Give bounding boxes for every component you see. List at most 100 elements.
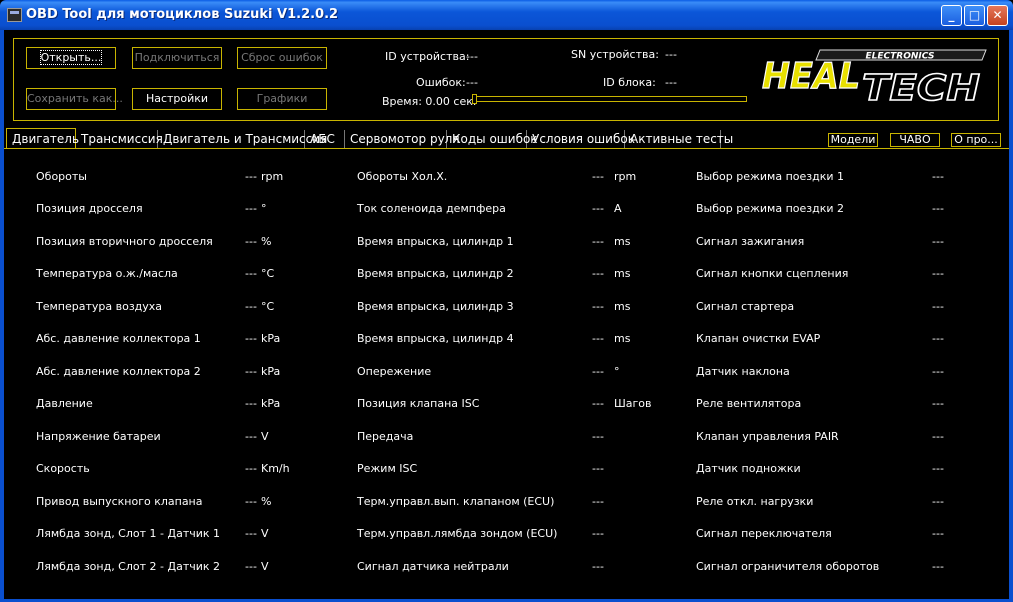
param-unit: kPa [261, 365, 281, 378]
param-value: --- [932, 300, 944, 313]
reset-errors-button[interactable]: Сброс ошибок [237, 47, 327, 69]
param-label: Напряжение батареи [36, 430, 161, 443]
param-label: Реле откл. нагрузки [696, 495, 814, 508]
param-value: --- [932, 495, 944, 508]
param-unit: ° [614, 365, 620, 378]
device-sn-label: SN устройства: [571, 48, 659, 61]
app-icon[interactable] [7, 8, 22, 22]
tab-abs[interactable]: АБС [305, 130, 345, 148]
param-label: Скорость [36, 462, 90, 475]
healtech-logo: ELECTRONICS HEAL TECH [761, 49, 987, 104]
param-unit: V [261, 560, 269, 573]
minimize-button[interactable]: _ [941, 5, 962, 26]
param-label: Сигнал зажигания [696, 235, 805, 248]
param-value: --- [592, 332, 604, 345]
time-label: Время: 0.00 сек. [382, 95, 477, 108]
tab-engine[interactable]: Двигатель [6, 128, 79, 149]
param-label: Терм.управл.лямбда зондом (ECU) [357, 527, 558, 540]
svg-text:HEAL: HEAL [762, 56, 860, 97]
param-value: --- [932, 527, 944, 540]
param-value: --- [932, 560, 944, 573]
param-label: Реле вентилятора [696, 397, 802, 410]
svg-text:TECH: TECH [862, 68, 980, 104]
param-value: --- [245, 235, 257, 248]
tab-error-codes[interactable]: Коды ошибок [447, 130, 538, 148]
open-button[interactable]: Открыть... [26, 47, 116, 69]
tab-transmission[interactable]: Трансмиссия [76, 130, 163, 148]
param-label: Выбор режима поездки 1 [696, 170, 845, 183]
device-sn-value: --- [665, 48, 677, 61]
param-label: Сигнал переключателя [696, 527, 832, 540]
param-unit: Шагов [614, 397, 652, 410]
param-unit: Km/h [261, 462, 290, 475]
engine-tab-content: Обороты --- rpm Позиция дросселя --- ° Позиция… [4, 149, 1009, 599]
param-label: Абс. давление коллектора 1 [36, 332, 201, 345]
param-unit: ° [261, 202, 267, 215]
param-label: Обороты [36, 170, 87, 183]
param-label: Обороты Хол.Х. [357, 170, 448, 183]
tab-engine-transmission[interactable]: Двигатель и Трансмиссия [158, 130, 327, 148]
param-label: Лямбда зонд, Слот 2 - Датчик 2 [36, 560, 221, 573]
tab-steering-servo[interactable]: Сервомотор руля [345, 130, 460, 148]
tab-active-tests[interactable]: Активные тесты [625, 130, 733, 148]
param-value: --- [932, 430, 944, 443]
connect-button[interactable]: Подключиться [132, 47, 222, 69]
param-value: --- [592, 300, 604, 313]
param-value: --- [245, 527, 257, 540]
param-value: --- [932, 202, 944, 215]
param-value: --- [592, 430, 604, 443]
param-value: --- [932, 365, 944, 378]
time-slider-thumb[interactable] [472, 94, 477, 104]
param-label: Терм.управл.вып. клапаном (ECU) [357, 495, 555, 508]
param-value: --- [245, 267, 257, 280]
param-unit: A [614, 202, 622, 215]
param-label: Передача [357, 430, 414, 443]
close-button[interactable]: ✕ [987, 5, 1008, 26]
param-value: --- [592, 202, 604, 215]
window-frame-right [1009, 30, 1013, 602]
param-unit: ms [614, 300, 631, 313]
param-label: Температура воздуха [36, 300, 163, 313]
models-button[interactable]: Модели [828, 133, 878, 147]
param-label: Сигнал датчика нейтрали [357, 560, 509, 573]
time-slider[interactable] [472, 94, 747, 104]
param-value: --- [592, 267, 604, 280]
param-unit: V [261, 430, 269, 443]
svg-text:ELECTRONICS: ELECTRONICS [865, 52, 934, 62]
param-value: --- [245, 332, 257, 345]
param-label: Сигнал ограничителя оборотов [696, 560, 880, 573]
param-value: --- [932, 235, 944, 248]
open-button-label: Открыть... [39, 50, 103, 65]
param-value: --- [245, 300, 257, 313]
param-value: --- [592, 495, 604, 508]
param-value: --- [592, 462, 604, 475]
errors-label: Ошибок: [416, 76, 466, 89]
param-value: --- [592, 235, 604, 248]
settings-button[interactable]: Настройки [132, 88, 222, 110]
param-unit: kPa [261, 397, 281, 410]
param-value: --- [932, 170, 944, 183]
errors-value: --- [466, 76, 478, 89]
param-label: Время впрыска, цилиндр 4 [357, 332, 514, 345]
faq-button[interactable]: ЧАВО [890, 133, 940, 147]
param-label: Датчик подножки [696, 462, 801, 475]
window-title: OBD Tool для мотоциклов Suzuki V1.2.0.2 [26, 7, 339, 22]
device-id-label: ID устройства: [385, 50, 470, 63]
param-label: Ток соленоида демпфера [357, 202, 506, 215]
about-button[interactable]: О про... [951, 133, 1001, 147]
graphs-button[interactable]: Графики [237, 88, 327, 110]
title-bar[interactable]: OBD Tool для мотоциклов Suzuki V1.2.0.2 … [0, 0, 1013, 30]
maximize-button[interactable]: □ [964, 5, 985, 26]
param-unit: ms [614, 267, 631, 280]
param-value: --- [245, 430, 257, 443]
param-label: Датчик наклона [696, 365, 790, 378]
save-as-button[interactable]: Сохранить как... [26, 88, 123, 110]
param-label: Выбор режима поездки 2 [696, 202, 845, 215]
param-unit: °C [261, 267, 275, 280]
param-value: --- [245, 560, 257, 573]
param-unit: ms [614, 235, 631, 248]
tab-error-conditions[interactable]: Условия ошибок [527, 130, 635, 148]
param-label: Позиция вторичного дросселя [36, 235, 213, 248]
param-value: --- [245, 365, 257, 378]
param-value: --- [245, 462, 257, 475]
